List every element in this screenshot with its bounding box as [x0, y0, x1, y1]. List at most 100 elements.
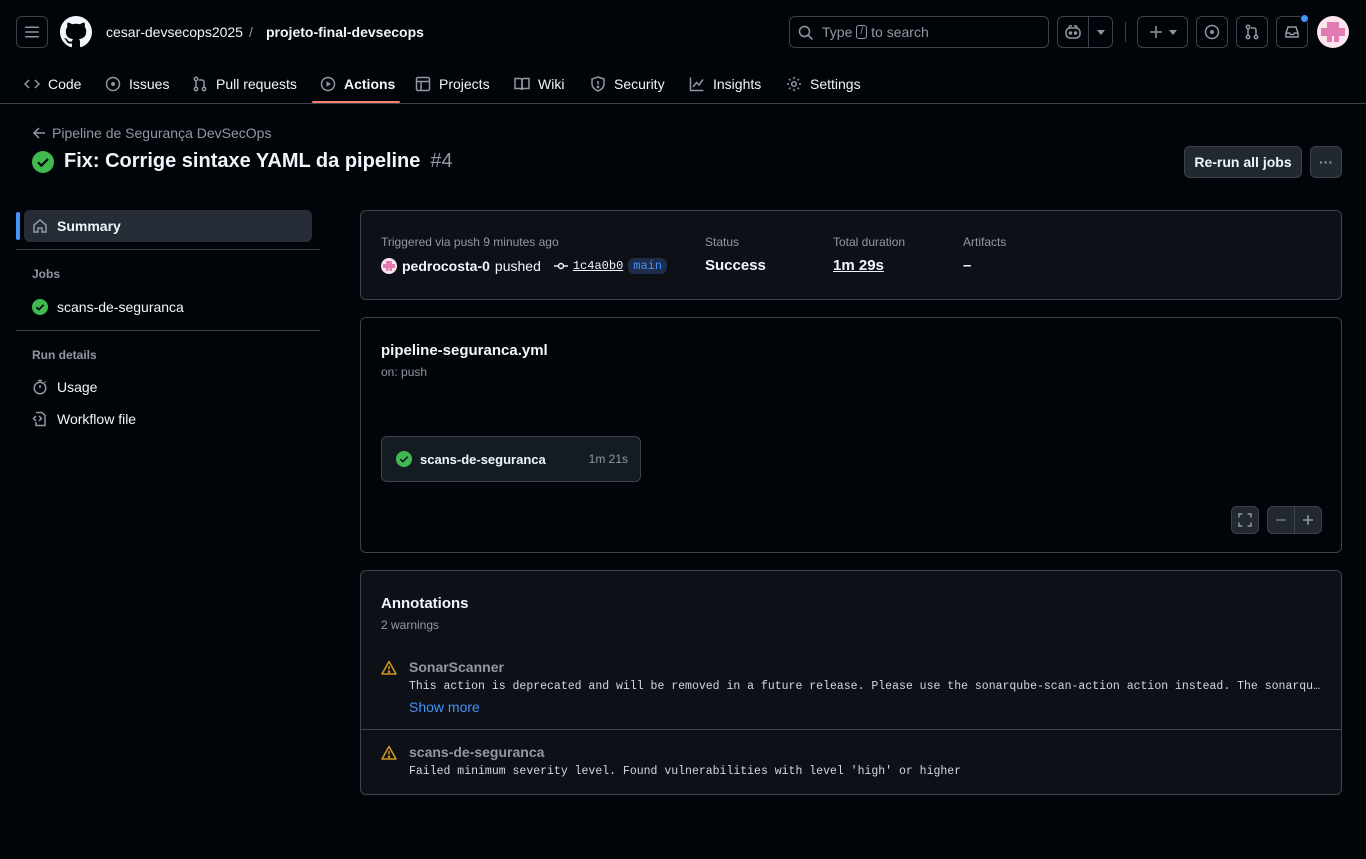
- top-header: cesar-devsecops2025 / projeto-final-devs…: [0, 0, 1366, 64]
- search-icon: [798, 25, 814, 41]
- annotation-divider: [361, 729, 1341, 730]
- artifacts-label: Artifacts: [963, 235, 1007, 249]
- annotations-count: 2 warnings: [381, 618, 440, 632]
- tab-label: Settings: [810, 75, 861, 92]
- workflow-name: Pipeline de Segurança DevSecOps: [52, 125, 272, 141]
- breadcrumb-separator: /: [249, 24, 253, 40]
- tab-pull-requests[interactable]: Pull requests: [192, 64, 297, 103]
- check-circle-fill-icon: [396, 451, 412, 467]
- job-node-name: scans-de-seguranca: [420, 451, 546, 467]
- tab-label: Security: [614, 75, 665, 92]
- hamburger-icon: [25, 26, 39, 38]
- tab-actions[interactable]: Actions: [320, 64, 395, 103]
- graph-icon: [689, 77, 704, 91]
- sidebar-item-label: Summary: [57, 218, 121, 234]
- create-new-button[interactable]: [1137, 16, 1188, 48]
- play-icon: [320, 76, 336, 91]
- workflow-trigger: on: push: [381, 365, 428, 379]
- back-to-workflow-link[interactable]: Pipeline de Segurança DevSecOps: [32, 125, 271, 141]
- sidebar-divider: [16, 330, 320, 331]
- git-pull-request-icon: [1245, 24, 1259, 40]
- menu-button[interactable]: [16, 16, 48, 48]
- job-node[interactable]: scans-de-seguranca 1m 21s: [381, 436, 641, 482]
- sidebar-active-indicator: [16, 212, 20, 240]
- issue-opened-icon: [105, 76, 121, 91]
- inbox-icon: [1285, 26, 1299, 38]
- show-more-link[interactable]: Show more: [409, 699, 480, 715]
- actor-avatar: [381, 258, 397, 274]
- annotation-message: Failed minimum severity level. Found vul…: [409, 765, 962, 778]
- tab-insights[interactable]: Insights: [689, 64, 761, 103]
- triangle-down-icon: [1168, 29, 1177, 35]
- duration-label: Total duration: [833, 235, 906, 249]
- tab-label: Actions: [344, 75, 396, 92]
- pull-requests-button[interactable]: [1236, 16, 1268, 48]
- copilot-button[interactable]: [1057, 16, 1089, 48]
- sidebar-item-job[interactable]: scans-de-seguranca: [24, 291, 312, 323]
- search-placeholder-prefix: Type: [822, 24, 853, 40]
- sidebar-item-usage[interactable]: Usage: [24, 371, 312, 403]
- artifacts-value: –: [963, 257, 972, 274]
- check-circle-fill-icon: [32, 150, 54, 173]
- tab-wiki[interactable]: Wiki: [514, 64, 564, 103]
- stopwatch-icon: [33, 379, 47, 395]
- copilot-dropdown-button[interactable]: [1088, 16, 1113, 48]
- actor-row: pedrocosta-0 pushed 1c4a0b0 main: [381, 258, 668, 274]
- tab-issues[interactable]: Issues: [105, 64, 169, 103]
- actor-link[interactable]: pedrocosta-0: [402, 258, 490, 274]
- annotations-card: Annotations 2 warnings SonarScanner This…: [360, 570, 1342, 795]
- commit-sha-link[interactable]: 1c4a0b0: [573, 259, 623, 273]
- search-input[interactable]: Type / to search: [789, 16, 1049, 48]
- branch-label[interactable]: main: [628, 258, 668, 274]
- repo-owner-link[interactable]: cesar-devsecops2025: [106, 23, 243, 41]
- plus-icon: [1303, 515, 1313, 525]
- annotation-title: scans-de-seguranca: [409, 744, 545, 760]
- fullscreen-button[interactable]: [1231, 506, 1259, 534]
- repo-name-link[interactable]: projeto-final-devsecops: [266, 23, 424, 41]
- run-number: #4: [430, 150, 453, 172]
- tab-label: Wiki: [538, 75, 565, 92]
- sidebar-item-label: scans-de-seguranca: [57, 299, 184, 315]
- table-icon: [415, 76, 431, 91]
- workflow-graph-card: pipeline-seguranca.yml on: push scans-de…: [360, 317, 1342, 553]
- status-value: Success: [705, 257, 766, 274]
- sidebar-item-label: Usage: [57, 379, 98, 395]
- notification-dot: [1300, 14, 1309, 23]
- rerun-all-jobs-button[interactable]: Re-run all jobs: [1184, 146, 1302, 178]
- shield-icon: [591, 75, 605, 92]
- tab-label: Insights: [713, 75, 762, 92]
- annotation-title: SonarScanner: [409, 659, 504, 675]
- arrow-left-icon: [32, 127, 45, 139]
- kebab-horizontal-icon: ···: [1319, 154, 1333, 170]
- more-options-button[interactable]: ···: [1310, 146, 1342, 178]
- job-node-duration: 1m 21s: [588, 452, 628, 466]
- run-title-text: Fix: Corrige sintaxe YAML da pipeline: [64, 150, 421, 172]
- tab-projects[interactable]: Projects: [415, 64, 490, 103]
- zoom-out-button[interactable]: [1267, 506, 1295, 534]
- issue-opened-icon: [1204, 24, 1220, 40]
- tab-settings[interactable]: Settings: [786, 64, 861, 103]
- alert-icon: [381, 660, 397, 675]
- annotation-message: This action is deprecated and will be re…: [409, 680, 1321, 693]
- sidebar-item-workflow-file[interactable]: Workflow file: [24, 403, 312, 435]
- run-title: Fix: Corrige sintaxe YAML da pipeline #4: [32, 150, 453, 173]
- zoom-in-button[interactable]: [1294, 506, 1322, 534]
- github-logo-icon[interactable]: [60, 16, 92, 48]
- run-summary-card: Triggered via push 9 minutes ago pedroco…: [360, 210, 1342, 300]
- user-avatar[interactable]: [1317, 16, 1349, 48]
- jobs-heading: Jobs: [32, 267, 61, 281]
- annotations-title: Annotations: [381, 595, 469, 612]
- plus-icon: [1149, 26, 1162, 38]
- tab-security[interactable]: Security: [590, 64, 665, 103]
- tab-code[interactable]: Code: [24, 64, 81, 103]
- tab-label: Issues: [129, 75, 170, 92]
- git-pull-request-icon: [193, 76, 207, 91]
- duration-value-link[interactable]: 1m 29s: [833, 257, 884, 274]
- git-commit-icon: [553, 262, 568, 270]
- sidebar-item-summary[interactable]: Summary: [24, 210, 312, 242]
- header-divider: [1125, 22, 1126, 42]
- issues-button[interactable]: [1196, 16, 1228, 48]
- book-icon: [514, 77, 530, 90]
- dash-icon: [1276, 519, 1286, 521]
- copilot-icon: [1065, 25, 1081, 39]
